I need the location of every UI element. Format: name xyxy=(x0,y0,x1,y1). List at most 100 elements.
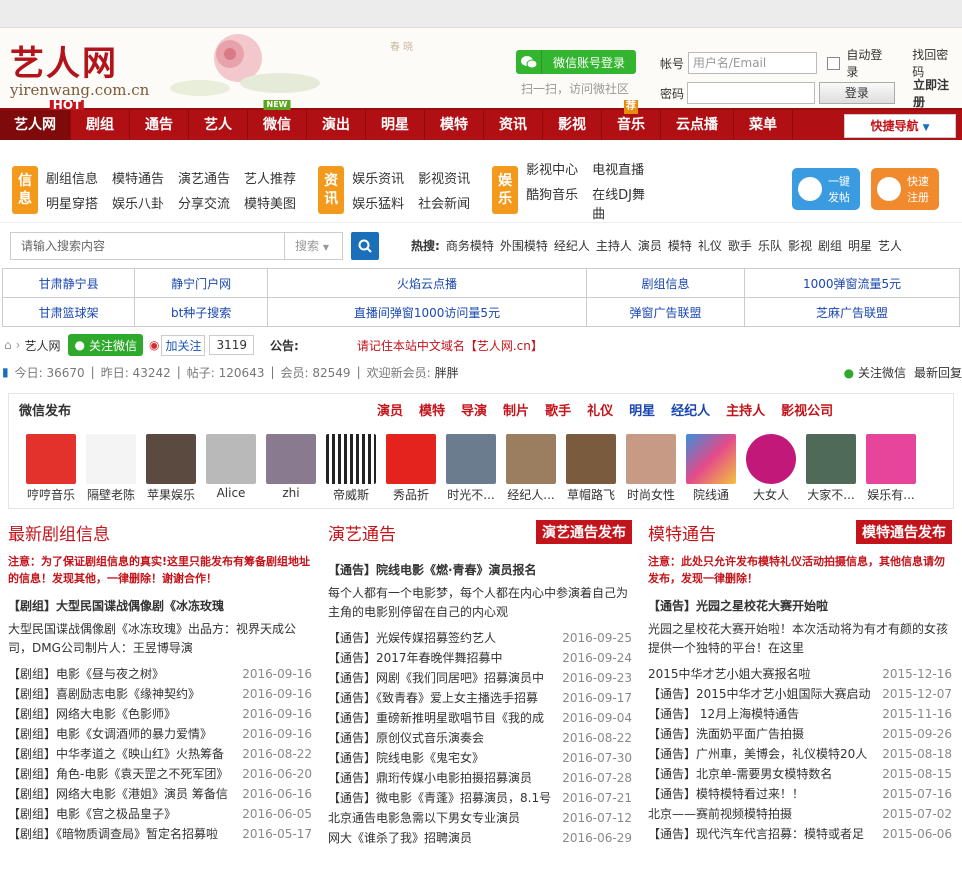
list-item[interactable]: 【剧组】中华孝道之《映山红》火热筹备 2016-08-22 xyxy=(8,744,312,764)
cat-link[interactable]: 演艺通告 xyxy=(178,168,230,187)
ad-link[interactable]: 甘肃篮球架 xyxy=(1,297,136,327)
list-item[interactable]: 【通告】模特模特看过来！！ 2015-07-16 xyxy=(648,784,952,804)
wx-cat[interactable]: 明星 xyxy=(629,400,655,419)
ad-link[interactable]: 静宁门户网 xyxy=(134,268,269,298)
list-item[interactable]: 【通告】北京单-需要男女模特数名 2015-08-15 xyxy=(648,764,952,784)
list-item[interactable]: 【通告】 12月上海模特通告 2015-11-16 xyxy=(648,704,952,724)
list-item[interactable]: 【通告】网剧《我们同居吧》招募演员中 2016-09-23 xyxy=(328,668,632,688)
cat-link[interactable]: 酷狗音乐 xyxy=(526,184,578,222)
search-scope-select[interactable]: 搜索 ▼ xyxy=(285,231,343,260)
cat-link[interactable]: 影视中心 xyxy=(526,159,578,178)
cat-link[interactable]: 娱乐猛料 xyxy=(352,193,404,212)
show-lead-title[interactable]: 【通告】院线电影《燃·青春》演员报名 xyxy=(328,561,632,578)
wechat-account[interactable]: 娱乐有... xyxy=(865,434,917,503)
list-item[interactable]: 【剧组】电影《昼与夜之树》 2016-09-16 xyxy=(8,664,312,684)
nav-item-film[interactable]: 影视 xyxy=(543,110,602,140)
list-item[interactable]: 2015中华才艺小姐大赛报名啦 2015-12-16 xyxy=(648,664,952,684)
nav-item-artist[interactable]: 艺人 xyxy=(189,110,248,140)
wx-cat[interactable]: 导演 xyxy=(461,400,487,419)
list-item[interactable]: 【通告】鼎珩传媒小电影拍摄招募演员 2016-07-28 xyxy=(328,768,632,788)
list-item[interactable]: 【通告】重磅新推明星歌唱节目《我的成 2016-09-04 xyxy=(328,708,632,728)
ad-link[interactable]: 芝麻广告联盟 xyxy=(744,297,960,327)
list-item[interactable]: 【通告】微电影《青蓬》招募演员，8.1号 2016-07-21 xyxy=(328,788,632,808)
password-input[interactable] xyxy=(687,82,815,104)
home-icon[interactable]: ⌂ xyxy=(4,338,12,352)
wx-cat[interactable]: 歌手 xyxy=(545,400,571,419)
follow-wechat-link[interactable]: ● 关注微信 xyxy=(844,364,906,381)
wechat-account[interactable]: 经纪人... xyxy=(505,434,557,503)
hot-word[interactable]: 模特 xyxy=(668,237,692,254)
list-item[interactable]: 北京——赛前视频模特拍摄 2015-07-02 xyxy=(648,804,952,824)
hot-word[interactable]: 剧组 xyxy=(818,237,842,254)
hot-word[interactable]: 演员 xyxy=(638,237,662,254)
cat-link[interactable]: 影视资讯 xyxy=(418,168,470,187)
list-item[interactable]: 【剧组】喜剧励志电影《缘神契约》 2016-09-16 xyxy=(8,684,312,704)
wechat-account[interactable]: 大家不... xyxy=(805,434,857,503)
auto-login-checkbox[interactable] xyxy=(827,56,841,70)
wechat-account[interactable]: 苹果娱乐 xyxy=(145,434,197,503)
ad-link[interactable]: 火焰云点播 xyxy=(267,268,587,298)
hot-word[interactable]: 乐队 xyxy=(758,237,782,254)
show-notice-title[interactable]: 演艺通告 xyxy=(328,520,396,545)
list-item[interactable]: 【剧组】电影《宫之极品皇子》 2016-06-05 xyxy=(8,804,312,824)
nav-item-notice[interactable]: 通告 xyxy=(130,110,189,140)
breadcrumb-home[interactable]: 艺人网 xyxy=(24,337,60,354)
search-button[interactable] xyxy=(351,231,379,260)
hot-word[interactable]: 商务模特 xyxy=(446,237,494,254)
follow-wechat-button[interactable]: ● 关注微信 xyxy=(68,334,143,356)
nav-item-star[interactable]: 明星 xyxy=(366,110,425,140)
hot-word[interactable]: 经纪人 xyxy=(554,237,590,254)
hot-word[interactable]: 外围模特 xyxy=(500,237,548,254)
site-logo[interactable]: 艺人网 yirenwang.com.cn xyxy=(10,36,149,99)
model-notice-title[interactable]: 模特通告 xyxy=(648,520,716,545)
cat-link[interactable]: 在线DJ舞曲 xyxy=(592,184,656,222)
list-item[interactable]: 【通告】《致青春》爱上女主播选手招募 2016-09-17 xyxy=(328,688,632,708)
list-item[interactable]: 【通告】洗面奶平面广告拍摄 2015-09-26 xyxy=(648,724,952,744)
nav-item-show[interactable]: 演出 xyxy=(307,110,366,140)
cat-link[interactable]: 娱乐资讯 xyxy=(352,168,404,187)
wechat-account[interactable]: 哼哼音乐 xyxy=(25,434,77,503)
list-item[interactable]: 【剧组】《暗物质调查局》暂定名招募啦 2016-05-17 xyxy=(8,824,312,844)
cat-link[interactable]: 电视直播 xyxy=(592,159,656,178)
cat-link[interactable]: 分享交流 xyxy=(178,193,230,212)
wx-cat[interactable]: 影视公司 xyxy=(781,400,833,419)
wx-cat[interactable]: 演员 xyxy=(377,400,403,419)
crew-info-title[interactable]: 最新剧组信息 xyxy=(8,520,110,545)
wechat-account[interactable]: 时尚女性 xyxy=(625,434,677,503)
list-item[interactable]: 【剧组】网络大电影《港姐》演员 筹备信 2016-06-16 xyxy=(8,784,312,804)
model-lead-title[interactable]: 【通告】光园之星校花大赛开始啦 xyxy=(648,597,952,614)
list-item[interactable]: 【通告】2017年春晚伴舞招募中 2016-09-24 xyxy=(328,648,632,668)
notice-text[interactable]: 请记住本站中文域名【艺人网.cn】 xyxy=(357,337,543,354)
cat-link[interactable]: 模特美图 xyxy=(244,193,296,212)
ad-link[interactable]: 甘肃静宁县 xyxy=(1,268,136,298)
hot-word[interactable]: 影视 xyxy=(788,237,812,254)
nav-item-wechat[interactable]: NEW 微信 xyxy=(248,100,307,140)
list-item[interactable]: 【通告】院线电影《鬼宅女》 2016-07-30 xyxy=(328,748,632,768)
one-click-post-button[interactable]: 一键发帖 xyxy=(792,168,860,210)
wx-cat[interactable]: 经纪人 xyxy=(671,400,710,419)
list-item[interactable]: 【通告】2015中华才艺小姐国际大赛启动 2015-12-07 xyxy=(648,684,952,704)
list-item[interactable]: 【通告】光娱传媒招募签约艺人 2016-09-25 xyxy=(328,628,632,648)
list-item[interactable]: 北京通告电影急需以下男女专业演员 2016-07-12 xyxy=(328,808,632,828)
crew-lead-title[interactable]: 【剧组】大型民国谍战偶像剧《冰冻玫瑰 xyxy=(8,597,312,614)
wechat-account[interactable]: 帝威斯 xyxy=(325,434,377,503)
account-input[interactable]: 用户名/Email xyxy=(687,52,818,74)
cat-link[interactable]: 明星穿搭 xyxy=(46,193,98,212)
register-link[interactable]: 立即注册 xyxy=(913,76,960,110)
ad-link[interactable]: 1000弹窗流量5元 xyxy=(744,268,960,298)
show-notice-publish-button[interactable]: 演艺通告发布 xyxy=(536,520,632,544)
ad-link[interactable]: 弹窗广告联盟 xyxy=(585,297,746,327)
wechat-account[interactable]: 秀品折 xyxy=(385,434,437,503)
list-item[interactable]: 【通告】现代汽车代言招募：模特或者足 2015-06-06 xyxy=(648,824,952,844)
nav-item-model[interactable]: 模特 xyxy=(425,110,484,140)
nav-item-news[interactable]: 资讯 xyxy=(484,110,543,140)
list-item[interactable]: 【通告】广州車，美博会，礼仪模特20人 2015-08-18 xyxy=(648,744,952,764)
list-item[interactable]: 【通告】原创仪式音乐演奏会 2016-08-22 xyxy=(328,728,632,748)
search-input[interactable]: 请输入搜索内容 xyxy=(10,231,285,260)
ad-link[interactable]: 剧组信息 xyxy=(585,268,746,298)
cat-link[interactable]: 社会新闻 xyxy=(418,193,470,212)
wechat-account[interactable]: Alice xyxy=(205,434,257,503)
wx-cat[interactable]: 主持人 xyxy=(726,400,765,419)
wx-cat[interactable]: 模特 xyxy=(419,400,445,419)
ad-link[interactable]: bt种子搜索 xyxy=(134,297,269,327)
